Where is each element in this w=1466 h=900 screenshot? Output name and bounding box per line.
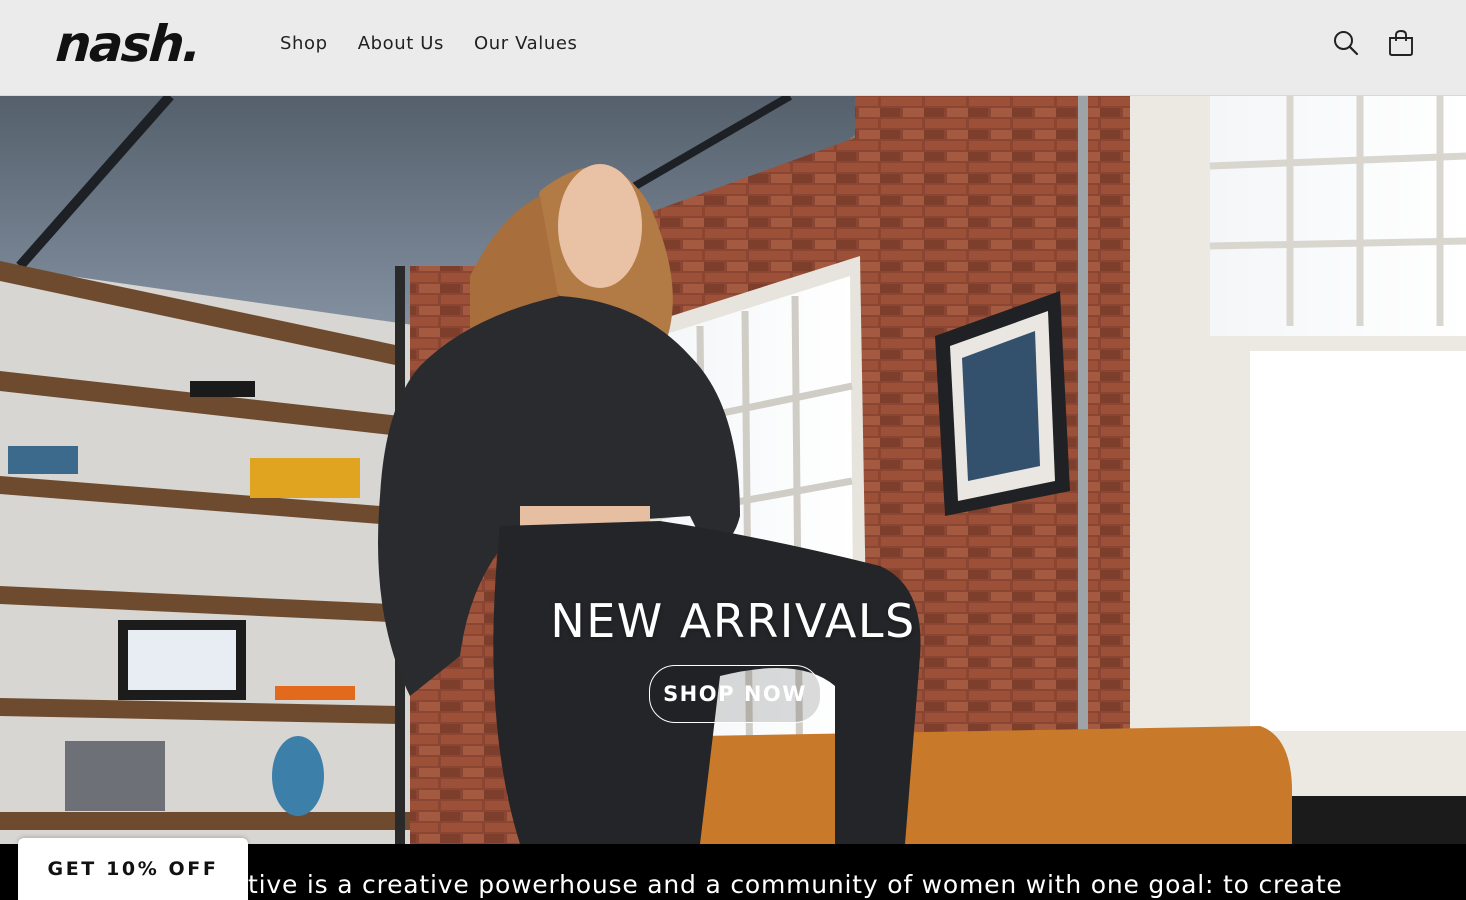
hero-image <box>0 96 1466 844</box>
search-button[interactable] <box>1331 28 1361 58</box>
main-nav: Shop About Us Our Values <box>280 30 578 58</box>
shop-now-button[interactable]: SHOP NOW <box>649 665 821 723</box>
discount-popup-button[interactable]: GET 10% OFF <box>18 838 248 900</box>
hero-title: NEW ARRIVALS <box>550 594 916 648</box>
nav-item-about-us[interactable]: About Us <box>358 30 444 58</box>
nav-item-shop[interactable]: Shop <box>280 30 328 58</box>
site-header: nash. Shop About Us Our Values <box>0 0 1466 96</box>
cart-icon <box>1389 30 1413 56</box>
hero-banner: NEW ARRIVALS SHOP NOW <box>0 96 1466 844</box>
nav-item-our-values[interactable]: Our Values <box>474 30 578 58</box>
about-text: tive is a creative powerhouse and a comm… <box>248 870 1343 899</box>
logo[interactable]: nash. <box>54 14 202 74</box>
cart-button[interactable] <box>1386 28 1416 58</box>
search-icon <box>1334 31 1359 56</box>
